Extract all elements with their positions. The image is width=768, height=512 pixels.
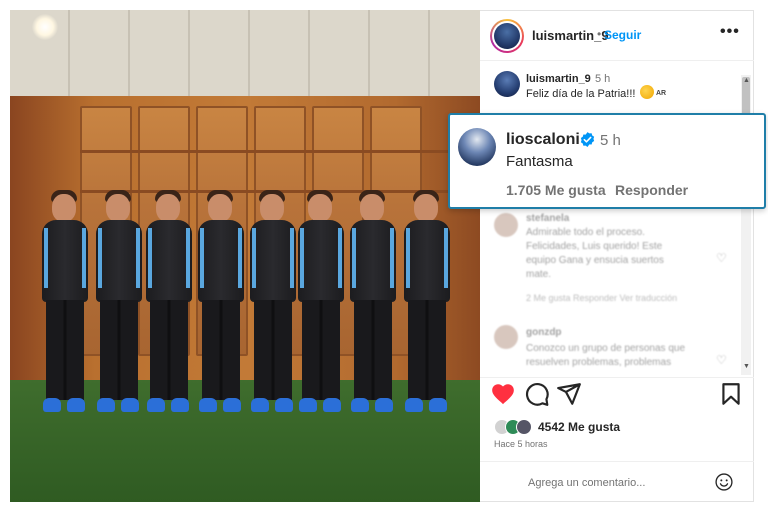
post-time[interactable]: Hace 5 horas [494, 439, 548, 449]
share-icon[interactable] [556, 381, 582, 407]
post-photo [10, 10, 480, 502]
person [40, 170, 90, 432]
person [144, 170, 194, 432]
ceiling [10, 10, 480, 96]
comment-text-line: Conozco un grupo de personas que [526, 343, 686, 354]
person [248, 170, 298, 432]
emoji-icon[interactable] [714, 472, 734, 492]
comment-username[interactable]: stefanela [526, 213, 569, 224]
comment-text-line: resuelven problemas, problemas [526, 357, 672, 368]
caption-text: Feliz día de la Patria!!! [526, 88, 636, 100]
comment-avatar[interactable] [494, 213, 518, 237]
commenter-username[interactable]: lioscaloni [506, 131, 580, 149]
person [196, 170, 246, 432]
post-header: luismartin_9 • Seguir ••• [480, 11, 754, 61]
caption-avatar[interactable] [494, 71, 520, 97]
person [296, 170, 346, 432]
caption-time: 5 h [595, 73, 611, 85]
group-of-people [30, 170, 480, 440]
verified-badge-icon [580, 132, 595, 147]
flexed-biceps-icon [640, 85, 654, 99]
caption-username[interactable]: luismartin_9 [526, 73, 591, 85]
separator-dot: • [597, 27, 602, 41]
heart-filled-icon[interactable] [490, 381, 516, 407]
comment-list: stefanela Admirable todo el proceso. Fel… [480, 211, 742, 379]
comment-text: Fantasma [506, 153, 573, 170]
comment-text-line: Admirable todo el proceso. [526, 227, 645, 238]
comment-text-line: equipo Gana y ensucia suertos [526, 255, 664, 266]
comment-text-line: mate. [526, 269, 552, 280]
divider [480, 377, 754, 378]
comment-icon[interactable] [524, 381, 550, 407]
more-options-icon[interactable]: ••• [720, 23, 740, 41]
shelf [80, 150, 470, 153]
person [94, 170, 144, 432]
reply-button[interactable]: Responder [615, 182, 688, 198]
liked-by-avatars[interactable] [494, 419, 538, 435]
comment-time: 5 h [600, 132, 621, 149]
comment-username[interactable]: gonzdp [526, 327, 562, 338]
comment-meta: 2 Me gusta Responder Ver traducción [526, 293, 678, 303]
person [402, 170, 452, 432]
comment-box [480, 461, 754, 503]
likes-count[interactable]: 4542 Me gusta [538, 420, 620, 434]
person [348, 170, 398, 432]
scroll-down-icon[interactable]: ▼ [743, 363, 750, 370]
comment-avatar[interactable] [494, 325, 518, 349]
follow-button[interactable]: Seguir [604, 28, 641, 42]
ceiling-light [32, 14, 58, 40]
comment-likes[interactable]: 1.705 Me gusta [506, 182, 606, 198]
comment-text-line: Felicidades, Luis querido! Este [526, 241, 663, 252]
heart-outline-icon[interactable]: ♡ [716, 353, 727, 367]
flag-ar-icon: AR [656, 90, 667, 97]
author-avatar[interactable] [490, 19, 524, 53]
highlighted-comment: lioscaloni 5 h Fantasma 1.705 Me gusta R… [448, 113, 766, 209]
comment-input[interactable] [528, 474, 708, 492]
heart-outline-icon[interactable]: ♡ [716, 251, 727, 265]
action-bar [480, 381, 754, 413]
scroll-up-icon[interactable]: ▲ [743, 77, 750, 84]
commenter-avatar[interactable] [458, 128, 496, 166]
bookmark-icon[interactable] [718, 381, 744, 407]
post-side-panel: luismartin_9 • Seguir ••• luismartin_9 5… [480, 10, 754, 502]
